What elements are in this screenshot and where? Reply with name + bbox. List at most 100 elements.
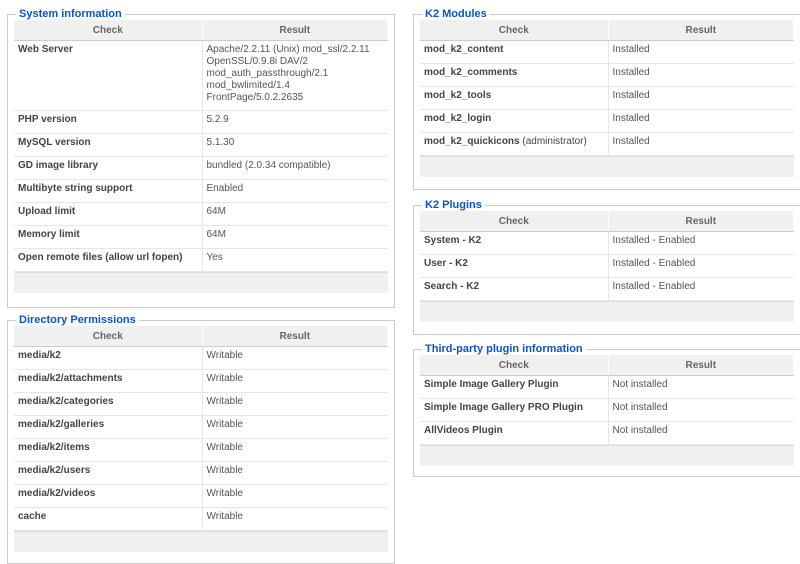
check-cell: Multibyte string support bbox=[14, 179, 203, 203]
k2-modules-table: Check Result mod_k2_content Installed mo… bbox=[420, 20, 794, 156]
result-cell: Apache/2.2.11 (Unix) mod_ssl/2.2.11 Open… bbox=[202, 40, 388, 111]
table-row: media/k2/items Writable bbox=[14, 438, 388, 462]
check-cell: mod_k2_content bbox=[420, 40, 609, 64]
table-row: mod_k2_content Installed bbox=[420, 40, 794, 64]
table-row: media/k2/videos Writable bbox=[14, 484, 388, 508]
check-cell: mod_k2_login bbox=[420, 109, 609, 133]
result-cell: Writable bbox=[202, 507, 388, 531]
result-cell: Installed bbox=[608, 63, 794, 87]
table-row: System - K2 Installed - Enabled bbox=[420, 231, 794, 255]
table-row: Simple Image Gallery PRO Plugin Not inst… bbox=[420, 398, 794, 422]
table-row: mod_k2_comments Installed bbox=[420, 63, 794, 87]
check-cell: mod_k2_quickicons (administrator) bbox=[420, 132, 609, 156]
third-party-plugins-title: Third-party plugin information bbox=[425, 343, 583, 355]
table-row: MySQL version 5.1.30 bbox=[14, 133, 388, 157]
check-column-header: Check bbox=[420, 211, 609, 232]
check-column-header: Check bbox=[420, 355, 609, 376]
table-row: Open remote files (allow url fopen) Yes bbox=[14, 248, 388, 272]
k2-plugins-title: K2 Plugins bbox=[425, 199, 482, 211]
check-cell: Open remote files (allow url fopen) bbox=[14, 248, 203, 272]
result-cell: Writable bbox=[202, 346, 388, 370]
table-row: mod_k2_login Installed bbox=[420, 109, 794, 133]
directory-permissions-table: Check Result media/k2 Writable media/k2/… bbox=[14, 326, 388, 531]
k2-modules-title: K2 Modules bbox=[425, 8, 487, 20]
table-row: GD image library bundled (2.0.34 compati… bbox=[14, 156, 388, 180]
result-line: mod_auth_passthrough/2.1 bbox=[206, 68, 329, 79]
result-line: FrontPage/5.0.2.2635 bbox=[206, 92, 304, 103]
result-cell: Installed - Enabled bbox=[608, 277, 794, 301]
check-column-header: Check bbox=[14, 20, 203, 41]
result-cell: Not installed bbox=[608, 398, 794, 422]
check-cell: PHP version bbox=[14, 110, 203, 134]
result-cell: bundled (2.0.34 compatible) bbox=[202, 156, 388, 180]
table-row: media/k2/categories Writable bbox=[14, 392, 388, 416]
result-cell: Installed bbox=[608, 109, 794, 133]
third-party-plugins-panel: Third-party plugin information Check Res… bbox=[413, 343, 800, 477]
check-cell: Upload limit bbox=[14, 202, 203, 226]
check-cell: Web Server bbox=[14, 40, 203, 111]
table-header-row: Check Result bbox=[420, 20, 794, 41]
table-footer bbox=[14, 272, 388, 293]
result-cell: 64M bbox=[202, 202, 388, 226]
table-footer bbox=[14, 531, 388, 552]
result-line: OpenSSL/0.9.8i DAV/2 bbox=[206, 56, 309, 67]
check-cell: System - K2 bbox=[420, 231, 609, 255]
table-row: Simple Image Gallery Plugin Not installe… bbox=[420, 375, 794, 399]
check-cell: media/k2/videos bbox=[14, 484, 203, 508]
directory-permissions-title: Directory Permissions bbox=[19, 314, 136, 326]
k2-plugins-panel: K2 Plugins Check Result System - K2 Inst… bbox=[413, 199, 800, 335]
table-row: media/k2/users Writable bbox=[14, 461, 388, 485]
result-cell: 5.1.30 bbox=[202, 133, 388, 157]
table-header-row: Check Result bbox=[14, 326, 388, 347]
result-line: Apache/2.2.11 (Unix) mod_ssl/2.2.11 bbox=[206, 44, 370, 55]
table-row: mod_k2_tools Installed bbox=[420, 86, 794, 110]
system-information-title: System information bbox=[19, 8, 122, 20]
check-cell: Simple Image Gallery PRO Plugin bbox=[420, 398, 609, 422]
check-cell: media/k2/items bbox=[14, 438, 203, 462]
check-cell: Search - K2 bbox=[420, 277, 609, 301]
table-footer bbox=[420, 301, 794, 322]
check-column-header: Check bbox=[420, 20, 609, 41]
check-cell: media/k2 bbox=[14, 346, 203, 370]
result-column-header: Result bbox=[608, 355, 794, 376]
table-row: Memory limit 64M bbox=[14, 225, 388, 249]
system-information-table: Check Result Web Server Apache/2.2.11 (U… bbox=[14, 20, 388, 272]
check-cell: Memory limit bbox=[14, 225, 203, 249]
table-row: Search - K2 Installed - Enabled bbox=[420, 277, 794, 301]
table-row: media/k2/galleries Writable bbox=[14, 415, 388, 439]
result-column-header: Result bbox=[608, 211, 794, 232]
check-cell: media/k2/categories bbox=[14, 392, 203, 416]
check-cell: GD image library bbox=[14, 156, 203, 180]
table-footer bbox=[420, 156, 794, 177]
result-cell: Installed bbox=[608, 40, 794, 64]
k2-modules-panel: K2 Modules Check Result mod_k2_content I… bbox=[413, 8, 800, 190]
check-cell: cache bbox=[14, 507, 203, 531]
result-column-header: Result bbox=[608, 20, 794, 41]
result-cell: Installed bbox=[608, 86, 794, 110]
check-cell: media/k2/galleries bbox=[14, 415, 203, 439]
result-cell: 5.2.9 bbox=[202, 110, 388, 134]
check-cell: media/k2/attachments bbox=[14, 369, 203, 393]
table-row: Multibyte string support Enabled bbox=[14, 179, 388, 203]
table-header-row: Check Result bbox=[420, 211, 794, 232]
check-cell: mod_k2_comments bbox=[420, 63, 609, 87]
check-label-suffix: (administrator) bbox=[519, 136, 587, 147]
result-cell: Writable bbox=[202, 484, 388, 508]
table-header-row: Check Result bbox=[14, 20, 388, 41]
check-cell: media/k2/users bbox=[14, 461, 203, 485]
result-column-header: Result bbox=[202, 20, 388, 41]
check-column-header: Check bbox=[14, 326, 203, 347]
table-row: media/k2 Writable bbox=[14, 346, 388, 370]
directory-permissions-panel: Directory Permissions Check Result media… bbox=[7, 314, 395, 564]
check-cell: AllVideos Plugin bbox=[420, 421, 609, 445]
result-cell: Writable bbox=[202, 369, 388, 393]
table-row: PHP version 5.2.9 bbox=[14, 110, 388, 134]
result-cell: 64M bbox=[202, 225, 388, 249]
table-footer bbox=[420, 445, 794, 466]
result-column-header: Result bbox=[202, 326, 388, 347]
result-cell: Installed bbox=[608, 132, 794, 156]
check-cell: MySQL version bbox=[14, 133, 203, 157]
check-label: mod_k2_quickicons bbox=[424, 136, 520, 147]
table-row: mod_k2_quickicons (administrator) Instal… bbox=[420, 132, 794, 156]
table-row: AllVideos Plugin Not installed bbox=[420, 421, 794, 445]
